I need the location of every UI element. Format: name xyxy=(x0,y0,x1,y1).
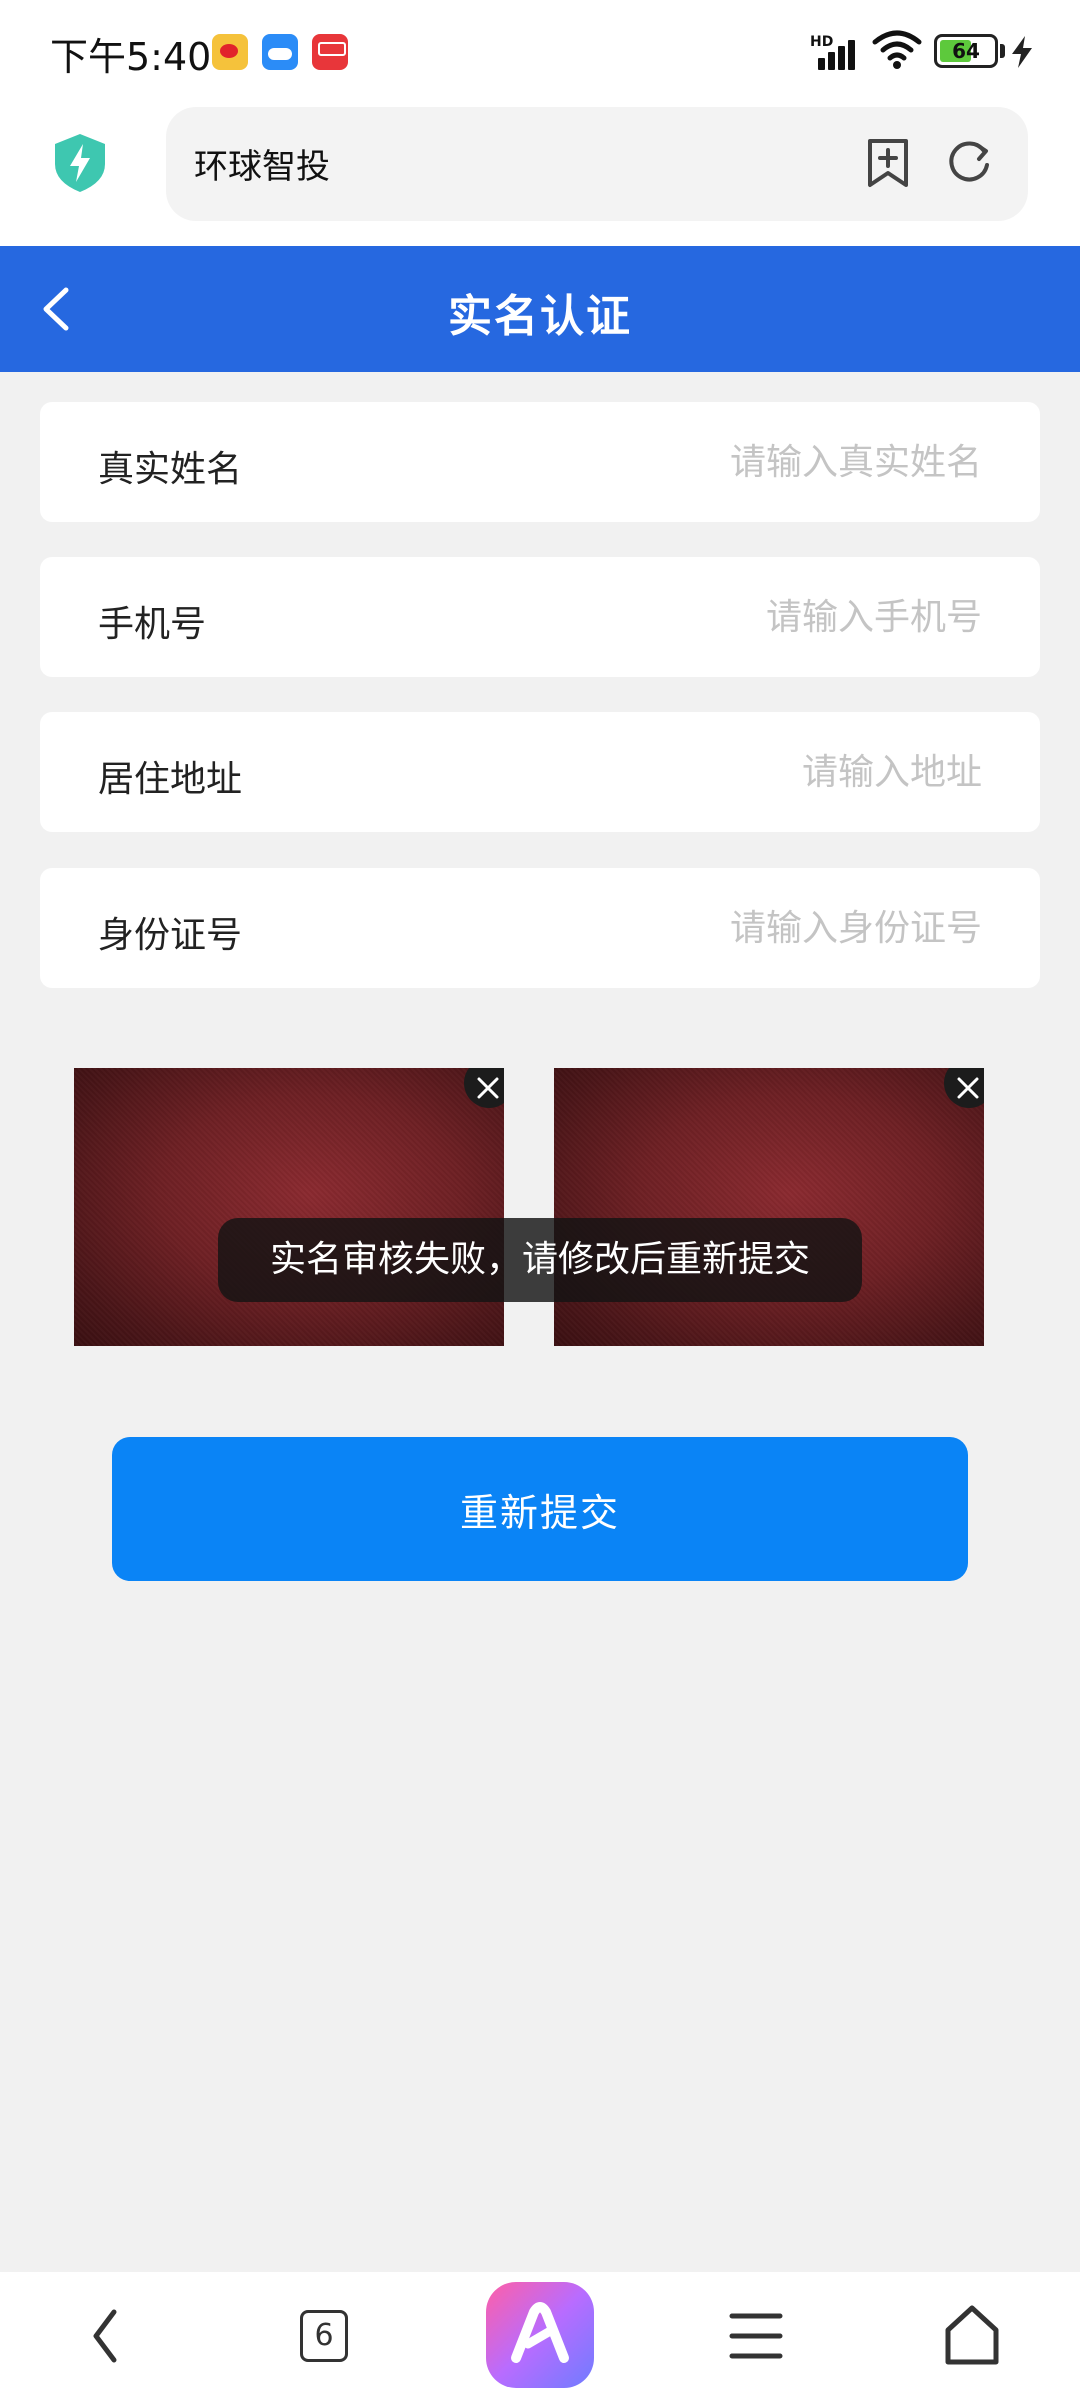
phone-label: 手机号 xyxy=(98,604,207,645)
refresh-icon[interactable] xyxy=(944,137,994,187)
shield-icon[interactable] xyxy=(52,132,108,194)
ai-assistant-icon[interactable] xyxy=(486,2282,594,2388)
status-time: 下午5:40 xyxy=(50,35,212,79)
weibo-icon xyxy=(212,34,248,70)
home-icon xyxy=(945,2305,999,2365)
real-name-label: 真实姓名 xyxy=(98,449,243,490)
nav-back-icon xyxy=(93,2309,117,2363)
address-input[interactable] xyxy=(422,738,982,806)
browser-toolbar: 环球智投 xyxy=(0,100,1080,246)
page-title: 实名认证 xyxy=(448,291,632,342)
cloud-icon xyxy=(262,34,298,70)
resubmit-button[interactable]: 重新提交 xyxy=(112,1437,968,1581)
real-name-input[interactable] xyxy=(422,428,982,496)
id-number-input[interactable] xyxy=(422,894,982,962)
remove-photo-front-icon[interactable] xyxy=(464,1068,504,1108)
id-number-label: 身份证号 xyxy=(98,915,243,956)
nav-back-button[interactable] xyxy=(46,2272,166,2400)
phone-input[interactable] xyxy=(422,583,982,651)
nav-menu-button[interactable] xyxy=(696,2272,816,2400)
id-photo-back[interactable] xyxy=(554,1068,984,1346)
menu-icon xyxy=(729,2313,783,2359)
signal-icon xyxy=(818,34,862,70)
battery-percent: 64 xyxy=(952,39,980,63)
nav-tabs-button[interactable]: 6 xyxy=(264,2272,384,2400)
address-bar[interactable]: 环球智投 xyxy=(166,107,1028,221)
battery-cap xyxy=(1000,44,1005,58)
tab-count: 6 xyxy=(300,2310,348,2362)
form-row-address: 居住地址 xyxy=(40,712,1040,832)
url-title: 环球智投 xyxy=(194,147,330,187)
remove-photo-back-icon[interactable] xyxy=(944,1068,984,1108)
address-label: 居住地址 xyxy=(98,759,243,800)
form-row-real-name: 真实姓名 xyxy=(40,402,1040,522)
id-photo-front[interactable] xyxy=(74,1068,504,1346)
form-row-id-number: 身份证号 xyxy=(40,868,1040,988)
error-toast: 实名审核失败，请修改后重新提交 xyxy=(218,1218,862,1302)
status-bar: 下午5:40 HD 64 xyxy=(0,0,1080,100)
wifi-icon xyxy=(872,30,922,69)
battery-icon: 64 xyxy=(934,34,998,68)
red-app-icon xyxy=(312,34,348,70)
nav-home-button[interactable] xyxy=(912,2272,1032,2400)
page-header: 实名认证 xyxy=(0,246,1080,372)
bottom-navigation: 6 xyxy=(0,2272,1080,2400)
charging-icon xyxy=(1012,36,1032,68)
bookmark-add-icon[interactable] xyxy=(864,137,912,189)
form-row-phone: 手机号 xyxy=(40,557,1040,677)
